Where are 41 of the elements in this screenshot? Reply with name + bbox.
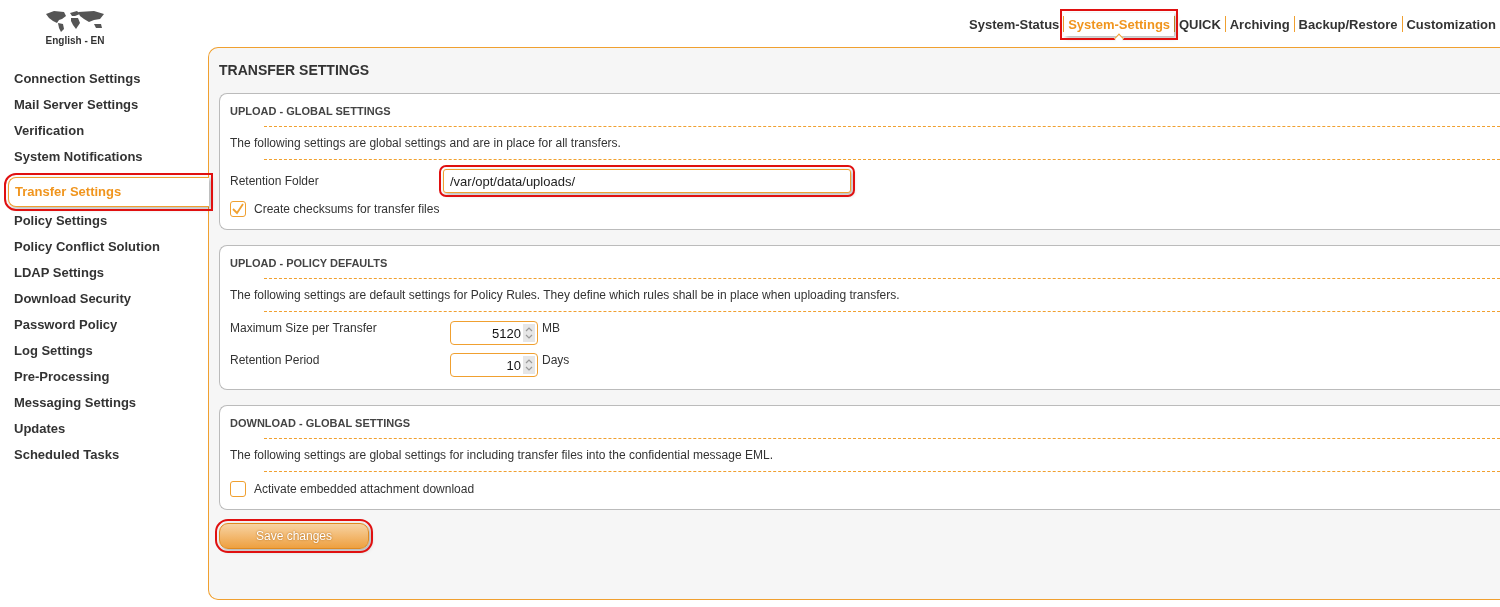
section-title: DOWNLOAD - GLOBAL SETTINGS <box>230 417 412 429</box>
sidebar-item[interactable]: Messaging Settings <box>0 393 208 419</box>
field-label: Maximum Size per Transfer <box>230 321 378 335</box>
checkbox[interactable] <box>230 481 246 497</box>
nav-tab[interactable]: Archiving <box>1225 12 1294 36</box>
section-title: UPLOAD - GLOBAL SETTINGS <box>230 105 392 117</box>
sidebar-item[interactable]: Verification <box>0 121 208 147</box>
section-description: The following settings are global settings and are in place for all transfers. <box>230 136 622 150</box>
sidebar-item[interactable]: Download Security <box>0 289 208 315</box>
section-description: The following settings are global settings for including transfer files into the confidential message EML. <box>230 448 774 462</box>
section-description: The following settings are default settings for Policy Rules. They define which rules shall be in place when uploading transfers. <box>230 288 901 302</box>
language-label[interactable]: English - EN <box>45 35 105 46</box>
sidebar-item[interactable]: Policy Conflict Solution <box>0 237 208 263</box>
number-field[interactable]: 10 <box>450 353 538 377</box>
checkbox-label: Create checksums for transfer files <box>254 202 440 216</box>
nav-tab[interactable]: Customization <box>1402 12 1500 36</box>
spinner-icon[interactable] <box>523 356 535 374</box>
sidebar-item[interactable]: Pre-Processing <box>0 367 208 393</box>
spinner-icon[interactable] <box>523 324 535 342</box>
sidebar-item[interactable]: Policy Settings <box>0 211 208 237</box>
nav-tab[interactable]: Backup/Restore <box>1294 12 1402 36</box>
sidebar-item[interactable]: Mail Server Settings <box>0 95 208 121</box>
sidebar-item[interactable]: Log Settings <box>0 341 208 367</box>
sidebar-item[interactable]: System Notifications <box>0 147 208 173</box>
field-label: Retention Period <box>230 353 321 367</box>
unit-label: MB <box>542 321 560 335</box>
sidebar-item[interactable]: Connection Settings <box>0 69 208 95</box>
sidebar-item[interactable]: Updates <box>0 419 208 445</box>
section-title: UPLOAD - POLICY DEFAULTS <box>230 257 389 269</box>
sidebar-item[interactable]: LDAP Settings <box>0 263 208 289</box>
world-map-icon <box>44 10 106 32</box>
field-label: Retention Folder <box>230 174 320 188</box>
checkbox-label: Activate embedded attachment download <box>254 482 475 496</box>
nav-tab[interactable]: QUICK <box>1174 12 1225 36</box>
number-field[interactable]: 5120 <box>450 321 538 345</box>
nav-tab[interactable]: System-Status <box>965 12 1064 36</box>
unit-label: Days <box>542 353 570 367</box>
checkbox[interactable] <box>230 201 246 217</box>
sidebar-item[interactable]: Password Policy <box>0 315 208 341</box>
page-title: TRANSFER SETTINGS <box>219 62 371 78</box>
sidebar-item[interactable]: Scheduled Tasks <box>0 445 208 471</box>
